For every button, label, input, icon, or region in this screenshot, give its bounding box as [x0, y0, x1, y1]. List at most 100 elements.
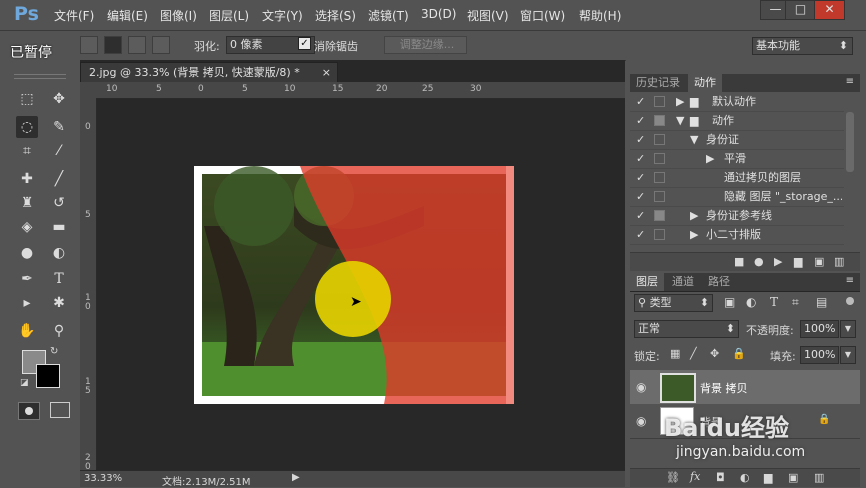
- expand-arrow-icon[interactable]: ▼: [676, 111, 684, 130]
- dodge-tool-icon[interactable]: ◐: [48, 242, 70, 264]
- menu-window[interactable]: 窗口(W): [520, 7, 565, 24]
- blend-mode-select[interactable]: 正常 ⬍: [634, 320, 739, 338]
- lasso-tool-icon[interactable]: ◌: [16, 116, 38, 138]
- eyedropper-tool-icon[interactable]: ⁄: [48, 140, 70, 162]
- layer-name[interactable]: 背景 拷贝: [700, 380, 748, 396]
- layer-filter-select[interactable]: ⚲ 类型 ⬍: [634, 294, 713, 312]
- healing-brush-tool-icon[interactable]: ✚: [16, 168, 38, 190]
- lock-transparent-icon[interactable]: ▦: [670, 347, 680, 360]
- action-row[interactable]: ✓ ▶ 平滑: [630, 149, 844, 169]
- move-tool-icon[interactable]: ✥: [48, 88, 70, 110]
- subtract-selection-button[interactable]: [128, 36, 146, 54]
- checkmark-icon[interactable]: ✓: [636, 92, 645, 111]
- actions-scrollbar[interactable]: [846, 112, 854, 172]
- antialias-checkbox[interactable]: ✓: [298, 37, 311, 50]
- lock-position-icon[interactable]: ✥: [710, 347, 719, 360]
- new-group-icon[interactable]: ▆: [764, 471, 772, 484]
- new-selection-button[interactable]: [80, 36, 98, 54]
- dialog-toggle[interactable]: [654, 172, 665, 183]
- tab-layers[interactable]: 图层: [630, 273, 664, 291]
- gradient-tool-icon[interactable]: ▬: [48, 216, 70, 238]
- workspace-select[interactable]: 基本功能 ⬍: [752, 37, 853, 55]
- menu-3d[interactable]: 3D(D): [421, 7, 456, 21]
- menu-file[interactable]: 文件(F): [54, 7, 94, 24]
- shape-tool-icon[interactable]: ✱: [48, 292, 70, 314]
- new-set-icon[interactable]: ▆: [794, 255, 802, 268]
- expand-arrow-icon[interactable]: ▶: [676, 92, 684, 111]
- fill-input[interactable]: 100%: [800, 346, 839, 364]
- lock-all-icon[interactable]: 🔒: [732, 347, 746, 360]
- dialog-toggle[interactable]: [654, 134, 665, 145]
- dialog-toggle[interactable]: [654, 229, 665, 240]
- brush-tool-icon[interactable]: ╱: [48, 168, 70, 190]
- action-row[interactable]: ✓ ▼ 身份证: [630, 130, 844, 150]
- screen-mode-icon[interactable]: [50, 402, 70, 418]
- checkmark-icon[interactable]: ✓: [636, 168, 645, 187]
- dialog-toggle[interactable]: [654, 115, 665, 126]
- eye-visibility-icon[interactable]: ◉: [636, 414, 646, 428]
- adjustment-layer-icon[interactable]: ◐: [740, 471, 750, 484]
- checkmark-icon[interactable]: ✓: [636, 149, 645, 168]
- checkmark-icon[interactable]: ✓: [636, 130, 645, 149]
- clone-stamp-tool-icon[interactable]: ♜: [16, 192, 38, 214]
- lock-brush-icon[interactable]: ╱: [690, 347, 697, 360]
- quick-select-tool-icon[interactable]: ✎: [48, 116, 70, 138]
- menu-select[interactable]: 选择(S): [315, 7, 356, 24]
- marquee-tool-icon[interactable]: ⬚: [16, 88, 38, 110]
- path-select-tool-icon[interactable]: ▸: [16, 292, 38, 314]
- menu-edit[interactable]: 编辑(E): [107, 7, 148, 24]
- add-mask-icon[interactable]: ◘: [716, 471, 725, 484]
- filter-shape-icon[interactable]: ⌗: [792, 295, 799, 310]
- canvas-image[interactable]: ➤: [194, 166, 514, 404]
- add-selection-button[interactable]: [104, 36, 122, 54]
- intersect-selection-button[interactable]: [152, 36, 170, 54]
- fx-icon[interactable]: fx: [690, 470, 700, 483]
- history-brush-tool-icon[interactable]: ↺: [48, 192, 70, 214]
- tab-paths[interactable]: 路径: [702, 273, 736, 291]
- status-menu-arrow-icon[interactable]: ▶: [292, 472, 300, 483]
- default-colors-icon[interactable]: ◪: [20, 378, 29, 388]
- new-action-icon[interactable]: ▣: [814, 255, 824, 268]
- action-row[interactable]: ✓ 隐藏 图层 "_storage_...: [630, 187, 844, 207]
- fill-dropdown-icon[interactable]: ▼: [840, 346, 856, 364]
- opacity-input[interactable]: 100%: [800, 320, 839, 338]
- action-row[interactable]: ✓ ▶ 身份证参考线: [630, 206, 844, 226]
- menu-layer[interactable]: 图层(L): [209, 7, 249, 24]
- document-tab[interactable]: 2.jpg @ 33.3% (背景 拷贝, 快速蒙版/8) * ×: [80, 62, 338, 83]
- menu-view[interactable]: 视图(V): [467, 7, 509, 24]
- action-row[interactable]: ✓ 通过拷贝的图层: [630, 168, 844, 188]
- action-row[interactable]: ✓ ▼ ▆ 动作: [630, 111, 844, 131]
- background-color-swatch[interactable]: [36, 364, 60, 388]
- menu-filter[interactable]: 滤镜(T): [368, 7, 409, 24]
- trash-icon[interactable]: ▥: [814, 471, 824, 484]
- close-button[interactable]: ✕: [814, 0, 845, 20]
- crop-tool-icon[interactable]: ⌗: [16, 140, 38, 162]
- trash-icon[interactable]: ▥: [834, 255, 844, 268]
- refine-edge-button[interactable]: 调整边缘...: [384, 36, 467, 54]
- quick-mask-button[interactable]: [18, 402, 40, 420]
- checkmark-icon[interactable]: ✓: [636, 225, 645, 244]
- pen-tool-icon[interactable]: ✒: [16, 268, 38, 290]
- layer-row[interactable]: ◉ 背景 拷贝: [630, 370, 860, 405]
- dialog-toggle[interactable]: [654, 191, 665, 202]
- stop-icon[interactable]: ■: [734, 255, 744, 268]
- opacity-dropdown-icon[interactable]: ▼: [840, 320, 856, 338]
- type-tool-icon[interactable]: T: [48, 268, 70, 290]
- filter-type-icon[interactable]: T: [770, 295, 778, 309]
- zoom-level[interactable]: 33.33%: [84, 473, 122, 484]
- expand-arrow-icon[interactable]: ▶: [706, 149, 714, 168]
- eraser-tool-icon[interactable]: ◈: [16, 216, 38, 238]
- dialog-toggle[interactable]: [654, 210, 665, 221]
- play-icon[interactable]: ▶: [774, 255, 782, 268]
- filter-adjust-icon[interactable]: ◐: [746, 295, 756, 309]
- swap-colors-icon[interactable]: ↻: [50, 346, 58, 357]
- menu-image[interactable]: 图像(I): [160, 7, 197, 24]
- close-icon[interactable]: ×: [322, 63, 331, 83]
- filter-pixel-icon[interactable]: ▣: [724, 295, 735, 309]
- link-layers-icon[interactable]: ⛓: [666, 471, 680, 484]
- checkmark-icon[interactable]: ✓: [636, 111, 645, 130]
- expand-arrow-icon[interactable]: ▼: [690, 130, 698, 149]
- action-row[interactable]: ✓ ▶ 小二寸排版: [630, 225, 844, 245]
- ruler-origin[interactable]: [80, 82, 96, 98]
- tab-actions[interactable]: 动作: [688, 74, 722, 92]
